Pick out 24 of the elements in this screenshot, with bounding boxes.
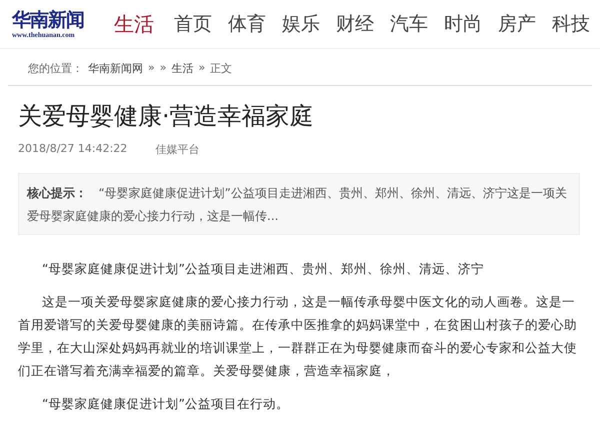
publish-date: 2018/8/27 14:42:22 <box>18 142 128 157</box>
article-paragraph: “母婴家庭健康促进计划”公益项目走进湘西、贵州、郑州、徐州、清远、济宁 <box>41 260 485 278</box>
nav-link[interactable]: 房产 <box>498 11 536 37</box>
breadcrumb-separator: » <box>160 61 166 76</box>
article-title: 关爱母婴健康·营造幸福家庭 <box>18 101 315 132</box>
nav-link[interactable]: 财经 <box>336 11 374 37</box>
article-paragraph: “母婴家庭健康促进计划”公益项目在行动。 <box>41 395 290 413</box>
summary-text: 核心提示： “母婴家庭健康促进计划”公益项目走进湘西、贵州、郑州、徐州、清远、济宁这是一项关爱母婴家庭健康的爱心接力行动，这是一幅传... <box>27 185 568 225</box>
article-paragraph: 这是一项关爱母婴家庭健康的爱心接力行动，这是一幅传承母婴中医文化的动人画卷。这是一首用爱谱写的关爱母婴健康的美丽诗篇。在传承中医推拿的妈妈课堂中，在贫困山村孩子的爱心助学里，在大山深处妈妈再就业的培训课堂上，一群群正在为母婴健康而奋斗的爱心专家和公益大使们正在谱写着充满幸福爱的篇章。关爱母婴健康，营造幸福家庭， <box>18 293 578 380</box>
breadcrumb-separator: » <box>198 61 206 76</box>
breadcrumb-link[interactable]: 生活 <box>171 61 194 81</box>
nav-link[interactable]: 体育 <box>228 11 266 37</box>
article-source: 佳媒平台 <box>155 142 200 157</box>
breadcrumb-link[interactable]: 华南新闻网 <box>88 61 143 81</box>
nav-link[interactable]: 娱乐 <box>282 11 320 37</box>
nav-link[interactable]: 首页 <box>174 11 212 37</box>
breadcrumb-separator: » <box>148 61 155 76</box>
breadcrumb-label: 您的位置： <box>28 61 83 77</box>
site-logo[interactable]: 华南新闻 <box>12 9 84 31</box>
nav-link[interactable]: 汽车 <box>390 11 428 37</box>
nav-link[interactable]: 科技 <box>552 11 590 37</box>
channel-title: 生活 <box>114 10 154 38</box>
breadcrumb-current: 正文 <box>210 61 232 77</box>
nav-link[interactable]: 时尚 <box>444 11 482 37</box>
